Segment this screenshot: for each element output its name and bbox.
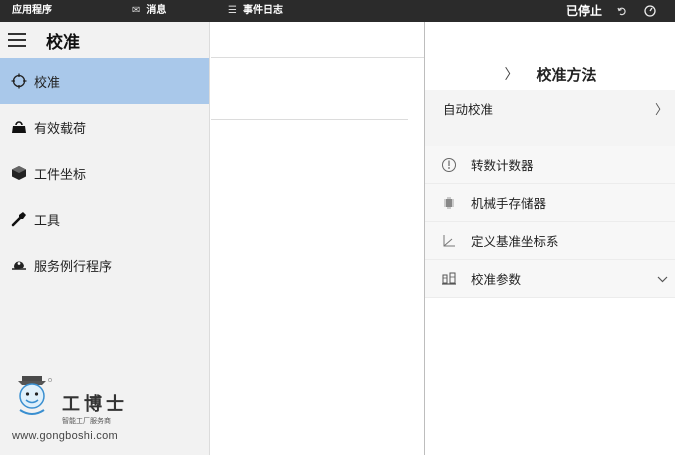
- sidebar-item-label: 校准: [34, 74, 61, 90]
- hamburger-menu-icon[interactable]: [8, 33, 26, 47]
- sidebar-item-workobject[interactable]: 工件坐标: [0, 150, 209, 196]
- manipulator-memory-button[interactable]: 机械手存储器: [425, 184, 675, 222]
- sidebar-item-payload[interactable]: 有效载荷: [0, 104, 209, 150]
- tool-icon: [10, 210, 28, 228]
- event-log-button[interactable]: ☰ 事件日志: [228, 0, 283, 22]
- app-menu-button[interactable]: 应用程序: [12, 0, 52, 22]
- panel-top-strip: [425, 22, 675, 58]
- sidebar-item-tool[interactable]: 工具: [0, 196, 209, 242]
- calibration-parameters-icon: [439, 270, 459, 288]
- revolution-counter-icon: [439, 156, 459, 174]
- sidebar-title: 校准: [46, 32, 80, 52]
- revolution-counter-button[interactable]: 转数计数器: [425, 146, 675, 184]
- status-label: 已停止: [566, 4, 603, 18]
- workobject-icon: [10, 164, 28, 182]
- crosshair-icon: [10, 72, 28, 90]
- messages-label: 消息: [146, 5, 167, 16]
- sidebar-item-label: 工具: [34, 212, 61, 228]
- calibration-methods-panel: 〉 校准方法 自动校准 〉 转数计数器 机械手存储器 定义基准坐标系 校准参数: [424, 22, 675, 455]
- chevron-right-icon: 〉: [654, 101, 668, 117]
- event-log-label: 事件日志: [242, 5, 283, 16]
- sidebar-item-calibration[interactable]: 校准: [0, 58, 209, 104]
- service-icon: [10, 256, 28, 274]
- calibration-parameters-button[interactable]: 校准参数: [425, 260, 675, 298]
- memory-icon: [439, 194, 459, 212]
- define-base-frame-button[interactable]: 定义基准坐标系: [425, 222, 675, 260]
- undo-icon[interactable]: [617, 0, 627, 22]
- logo-subtitle: 智能工厂服务商: [62, 418, 111, 425]
- divider: [211, 119, 408, 120]
- calibration-parameters-label: 校准参数: [471, 273, 522, 287]
- chevron-right-icon[interactable]: 〉: [504, 64, 518, 84]
- list-icon: ☰: [228, 5, 237, 16]
- sidebar-item-label: 有效载荷: [34, 120, 87, 136]
- messages-button[interactable]: ✉ 消息: [132, 0, 166, 22]
- sidebar-item-label: 工件坐标: [34, 166, 87, 182]
- auto-calibration-button[interactable]: 自动校准 〉: [425, 90, 675, 126]
- sidebar-nav: 校准 有效载荷 工件坐标 工具 服务例行程序: [0, 58, 209, 288]
- panel-title: 校准方法: [536, 66, 597, 84]
- top-bar: 应用程序 ✉ 消息 ☰ 事件日志 已停止: [0, 0, 675, 22]
- revolution-counter-label: 转数计数器: [471, 159, 534, 173]
- watermark-logo: 工博士 智能工厂服务商 www.gongboshi.com: [10, 374, 180, 454]
- define-base-frame-label: 定义基准坐标系: [471, 235, 559, 249]
- message-icon: ✉: [132, 5, 141, 16]
- payload-icon: [10, 118, 28, 136]
- middle-panel-header: [211, 22, 424, 58]
- sidebar-item-label: 服务例行程序: [34, 258, 113, 274]
- sidebar-header: 校准: [0, 22, 209, 58]
- app-menu-label: 应用程序: [12, 5, 52, 16]
- middle-panel: [211, 22, 424, 455]
- logo-brand-text: 工博士: [62, 394, 128, 415]
- controller-status[interactable]: 已停止: [566, 0, 602, 22]
- sidebar-item-service[interactable]: 服务例行程序: [0, 242, 209, 288]
- chevron-down-icon: [657, 271, 668, 286]
- mascot-icon: [18, 376, 52, 415]
- speed-icon[interactable]: [644, 0, 656, 22]
- manipulator-memory-label: 机械手存储器: [471, 197, 547, 211]
- panel-header: 〉 校准方法: [425, 58, 675, 90]
- auto-calibration-label: 自动校准: [443, 102, 494, 117]
- logo-url: www.gongboshi.com: [12, 430, 118, 442]
- divider: [425, 126, 675, 146]
- base-frame-icon: [439, 232, 459, 250]
- sidebar: 校准 校准 有效载荷 工件坐标 工具 服务例行程序 工博士 智能工厂服务商 ww…: [0, 22, 210, 455]
